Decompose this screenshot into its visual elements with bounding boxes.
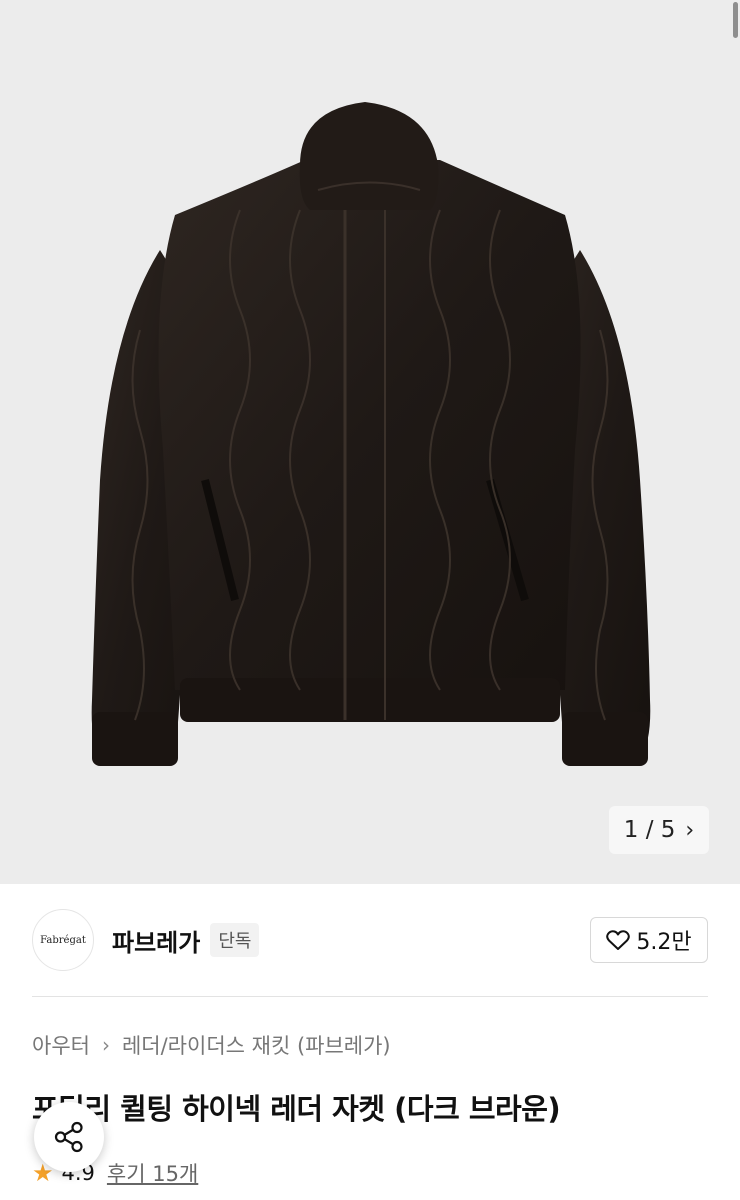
chevron-right-icon: › bbox=[685, 817, 695, 843]
counter-separator: / bbox=[645, 817, 654, 843]
share-button[interactable] bbox=[34, 1102, 104, 1172]
breadcrumb-category[interactable]: 아우터 bbox=[32, 1030, 90, 1060]
breadcrumb-subcategory[interactable]: 레더/라이더스 재킷 (파브레가) bbox=[122, 1030, 391, 1060]
page-scrollbar[interactable] bbox=[733, 2, 738, 38]
current-image-index: 1 bbox=[623, 817, 639, 843]
divider bbox=[32, 996, 708, 997]
heart-outline-icon bbox=[606, 930, 631, 950]
brand-logo-text: Fabrégat bbox=[40, 934, 86, 946]
review-count-link[interactable]: 후기 15개 bbox=[107, 1158, 198, 1188]
brand-like-button[interactable]: 5.2만 bbox=[590, 917, 708, 963]
like-count: 5.2만 bbox=[636, 930, 692, 955]
product-title: 포딜리 퀼팅 하이넥 레더 자켓 (다크 브라운) bbox=[32, 1092, 561, 1126]
share-icon bbox=[54, 1121, 83, 1153]
product-image-gallery[interactable]: 1 / 5 › bbox=[0, 0, 740, 884]
image-counter-button[interactable]: 1 / 5 › bbox=[609, 806, 709, 854]
exclusive-badge: 단독 bbox=[210, 923, 260, 957]
breadcrumb: 아우터 › 레더/라이더스 재킷 (파브레가) bbox=[32, 1030, 391, 1060]
total-image-count: 5 bbox=[660, 817, 676, 843]
brand-name-link[interactable]: 파브레가 bbox=[112, 923, 200, 958]
brand-row: Fabrégat 파브레가 단독 5.2만 bbox=[32, 908, 708, 972]
product-image bbox=[91, 102, 651, 766]
chevron-right-icon: › bbox=[101, 1033, 110, 1057]
brand-logo[interactable]: Fabrégat bbox=[32, 909, 94, 971]
